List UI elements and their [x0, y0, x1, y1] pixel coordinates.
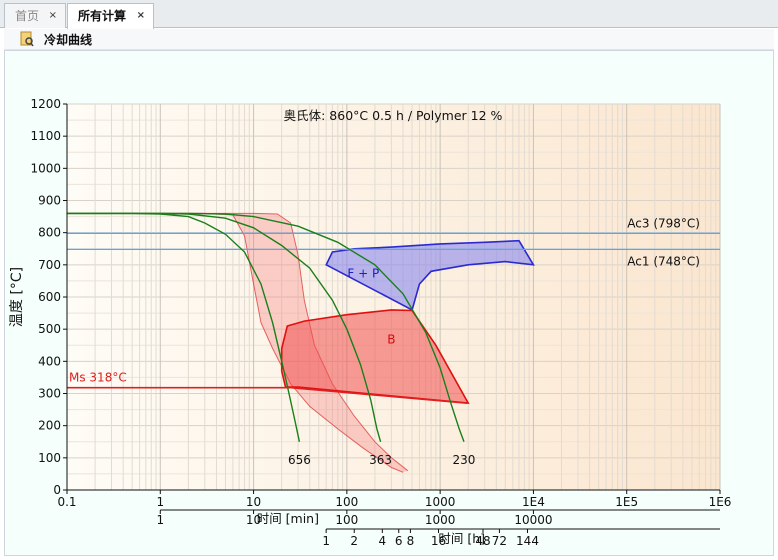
toolbar-label[interactable]: 冷却曲线 [44, 31, 92, 48]
y-tick-label: 100 [38, 451, 61, 465]
tab-all-calculations-label: 所有计算 [78, 9, 127, 23]
min-axis-label: 1 [156, 513, 164, 527]
tab-home[interactable]: 首页 × [4, 3, 66, 28]
y-tick-label: 1000 [30, 161, 61, 175]
cooling-curve-chart: F + PB Ac3 (798°C)Ac1 (748°C)Ms 318°C 65… [9, 97, 732, 548]
hour-axis-label: 2 [350, 534, 358, 548]
x-tick-label: 1 [156, 495, 164, 509]
document-search-icon[interactable] [20, 31, 34, 47]
x-tick-label: 1E5 [615, 495, 638, 509]
ref-label-0: Ac3 (798°C) [627, 216, 700, 230]
y-tick-label: 300 [38, 387, 61, 401]
curve-label-230: 230 [453, 453, 476, 467]
x-tick-label: 1E6 [709, 495, 732, 509]
tab-all-calculations-close-icon[interactable]: × [137, 4, 145, 28]
y-tick-label: 1100 [30, 129, 61, 143]
min-axis-label: 1000 [425, 513, 456, 527]
y-tick-label: 200 [38, 419, 61, 433]
ref-label-1: Ac1 (748°C) [627, 254, 700, 268]
y-tick-label: 600 [38, 290, 61, 304]
y-axis-label: 温度 [°C] [9, 267, 25, 327]
hour-axis-label: 72 [492, 534, 507, 548]
y-tick-label: 1200 [30, 97, 61, 111]
x-tick-label: 100 [335, 495, 358, 509]
tab-all-calculations[interactable]: 所有计算 × [67, 3, 154, 29]
x-tick-label: 10 [246, 495, 261, 509]
tab-home-label: 首页 [15, 9, 40, 23]
x-tick-label: 1000 [425, 495, 456, 509]
hour-axis-label: 4 [379, 534, 387, 548]
region-label-ferrite-pearlite: F + P [347, 267, 379, 281]
hour-axis-label: 1 [322, 534, 330, 548]
y-tick-label: 700 [38, 258, 61, 272]
tab-bar: 首页 × 所有计算 × [0, 0, 778, 29]
y-tick-label: 900 [38, 194, 61, 208]
chart-title: 奥氏体: 860°C 0.5 h / Polymer 12 % [284, 108, 503, 123]
toolbar: 冷却曲线 [4, 29, 774, 50]
min-axis-label: 100 [335, 513, 358, 527]
hour-axis-label: 144 [516, 534, 539, 548]
hour-axis-label: 8 [407, 534, 415, 548]
chart-panel: F + PB Ac3 (798°C) Ac1 (748°C) Ms 318°C 65… [4, 50, 774, 556]
x-tick-label: 0.1 [57, 495, 76, 509]
curve-label-656: 656 [288, 453, 311, 467]
y-tick-label: 800 [38, 226, 61, 240]
x-axis-label-hours: 时间 [h] [438, 531, 485, 546]
y-tick-label: 400 [38, 354, 61, 368]
y-tick-label: 500 [38, 322, 61, 336]
curve-label-363: 363 [369, 453, 392, 467]
region-label-bainite: B [387, 333, 395, 347]
tab-home-close-icon[interactable]: × [49, 4, 57, 28]
hour-axis-label: 6 [395, 534, 403, 548]
x-axis-label-min: 时间 [min] [257, 511, 319, 526]
x-tick-label: 1E4 [522, 495, 545, 509]
min-axis-label: 10000 [514, 513, 552, 527]
ms-label: Ms 318°C [69, 371, 127, 385]
